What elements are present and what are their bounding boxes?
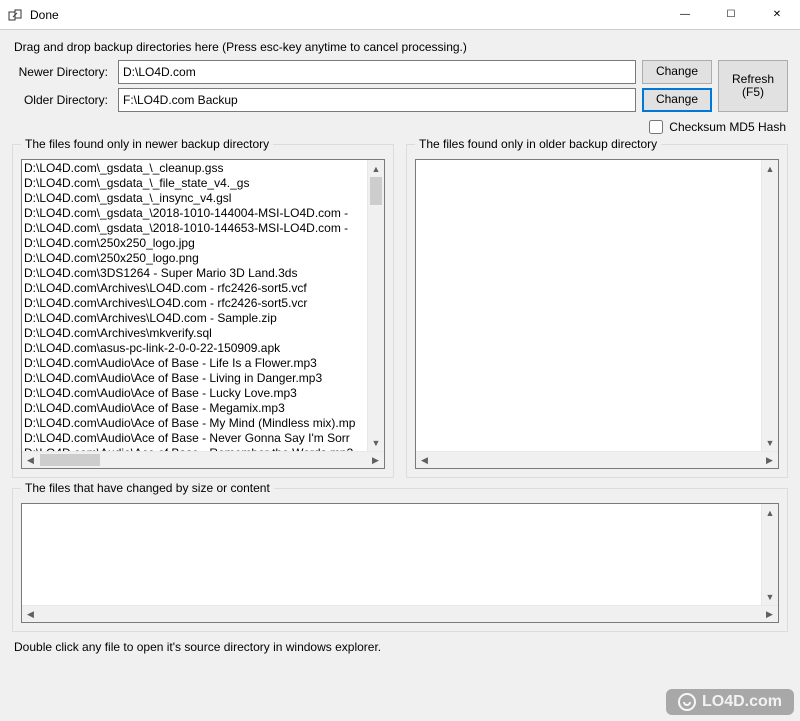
checksum-checkbox[interactable] xyxy=(649,120,663,134)
list-item[interactable]: D:\LO4D.com\Archives\mkverify.sql xyxy=(24,326,367,341)
groups-row: The files found only in newer backup dir… xyxy=(12,144,788,478)
newer-only-title: The files found only in newer backup dir… xyxy=(21,137,273,151)
scroll-down-icon[interactable]: ▼ xyxy=(762,434,778,451)
window-title: Done xyxy=(30,8,662,22)
scroll-down-icon[interactable]: ▼ xyxy=(368,434,384,451)
older-only-listbox[interactable]: ▲ ▼ ◀ ▶ xyxy=(415,159,779,469)
changed-title: The files that have changed by size or c… xyxy=(21,481,274,495)
scroll-thumb[interactable] xyxy=(370,177,382,205)
scroll-up-icon[interactable]: ▲ xyxy=(762,160,778,177)
older-only-group: The files found only in older backup dir… xyxy=(406,144,788,478)
refresh-button[interactable]: Refresh (F5) xyxy=(718,60,788,112)
instruction-text: Drag and drop backup directories here (P… xyxy=(12,40,788,54)
scroll-right-icon[interactable]: ▶ xyxy=(761,455,778,466)
vertical-scrollbar[interactable]: ▲ ▼ xyxy=(761,160,778,451)
horizontal-scrollbar[interactable]: ◀ ▶ xyxy=(22,451,384,468)
newer-only-list[interactable]: D:\LO4D.com\_gsdata_\_cleanup.gssD:\LO4D… xyxy=(22,160,367,451)
scroll-up-icon[interactable]: ▲ xyxy=(368,160,384,177)
list-item[interactable]: D:\LO4D.com\Audio\Ace of Base - Megamix.… xyxy=(24,401,367,416)
older-only-title: The files found only in older backup dir… xyxy=(415,137,661,151)
changed-list[interactable] xyxy=(22,504,761,605)
watermark-text: LO4D.com xyxy=(702,693,782,711)
changed-listbox[interactable]: ▲ ▼ ◀ ▶ xyxy=(21,503,779,623)
window-controls: — ☐ ✕ xyxy=(662,0,800,29)
list-item[interactable]: D:\LO4D.com\Archives\LO4D.com - rfc2426-… xyxy=(24,281,367,296)
list-item[interactable]: D:\LO4D.com\250x250_logo.png xyxy=(24,251,367,266)
older-directory-input[interactable] xyxy=(118,88,636,112)
list-item[interactable]: D:\LO4D.com\Audio\Ace of Base - My Mind … xyxy=(24,416,367,431)
scroll-up-icon[interactable]: ▲ xyxy=(762,504,778,521)
newer-directory-input[interactable] xyxy=(118,60,636,84)
list-item[interactable]: D:\LO4D.com\_gsdata_\_file_state_v4._gs xyxy=(24,176,367,191)
newer-only-group: The files found only in newer backup dir… xyxy=(12,144,394,478)
list-item[interactable]: D:\LO4D.com\Audio\Ace of Base - Life Is … xyxy=(24,356,367,371)
content-area: Drag and drop backup directories here (P… xyxy=(0,30,800,721)
footer-help-text: Double click any file to open it's sourc… xyxy=(12,640,788,654)
list-item[interactable]: D:\LO4D.com\_gsdata_\_cleanup.gss xyxy=(24,161,367,176)
list-item[interactable]: D:\LO4D.com\asus-pc-link-2-0-0-22-150909… xyxy=(24,341,367,356)
list-item[interactable]: D:\LO4D.com\Audio\Ace of Base - Never Go… xyxy=(24,431,367,446)
list-item[interactable]: D:\LO4D.com\Audio\Ace of Base - Lucky Lo… xyxy=(24,386,367,401)
list-item[interactable]: D:\LO4D.com\Archives\LO4D.com - Sample.z… xyxy=(24,311,367,326)
app-icon xyxy=(8,7,24,23)
scroll-left-icon[interactable]: ◀ xyxy=(416,455,433,466)
older-only-list[interactable] xyxy=(416,160,761,451)
list-item[interactable]: D:\LO4D.com\3DS1264 - Super Mario 3D Lan… xyxy=(24,266,367,281)
horizontal-scrollbar[interactable]: ◀ ▶ xyxy=(416,451,778,468)
minimize-button[interactable]: — xyxy=(662,0,708,29)
scroll-down-icon[interactable]: ▼ xyxy=(762,588,778,605)
list-item[interactable]: D:\LO4D.com\250x250_logo.jpg xyxy=(24,236,367,251)
maximize-button[interactable]: ☐ xyxy=(708,0,754,29)
scroll-left-icon[interactable]: ◀ xyxy=(22,455,39,466)
horizontal-scrollbar[interactable]: ◀ ▶ xyxy=(22,605,778,622)
titlebar: Done — ☐ ✕ xyxy=(0,0,800,30)
close-button[interactable]: ✕ xyxy=(754,0,800,29)
change-older-button[interactable]: Change xyxy=(642,88,712,112)
newer-only-listbox[interactable]: D:\LO4D.com\_gsdata_\_cleanup.gssD:\LO4D… xyxy=(21,159,385,469)
list-item[interactable]: D:\LO4D.com\Audio\Ace of Base - Living i… xyxy=(24,371,367,386)
newer-directory-label: Newer Directory: xyxy=(12,60,112,84)
checksum-label: Checksum MD5 Hash xyxy=(669,120,786,134)
scroll-right-icon[interactable]: ▶ xyxy=(367,455,384,466)
scroll-left-icon[interactable]: ◀ xyxy=(22,609,39,620)
list-item[interactable]: D:\LO4D.com\Archives\LO4D.com - rfc2426-… xyxy=(24,296,367,311)
checksum-row: Checksum MD5 Hash xyxy=(12,120,788,134)
directory-grid: Newer Directory: Change Refresh (F5) Old… xyxy=(12,60,788,112)
scroll-right-icon[interactable]: ▶ xyxy=(761,609,778,620)
older-directory-label: Older Directory: xyxy=(12,88,112,112)
list-item[interactable]: D:\LO4D.com\_gsdata_\2018-1010-144004-MS… xyxy=(24,206,367,221)
changed-group: The files that have changed by size or c… xyxy=(12,488,788,632)
hscroll-thumb[interactable] xyxy=(40,454,100,466)
vertical-scrollbar[interactable]: ▲ ▼ xyxy=(367,160,384,451)
vertical-scrollbar[interactable]: ▲ ▼ xyxy=(761,504,778,605)
list-item[interactable]: D:\LO4D.com\_gsdata_\2018-1010-144653-MS… xyxy=(24,221,367,236)
watermark: LO4D.com xyxy=(666,689,794,715)
list-item[interactable]: D:\LO4D.com\_gsdata_\_insync_v4.gsl xyxy=(24,191,367,206)
change-newer-button[interactable]: Change xyxy=(642,60,712,84)
